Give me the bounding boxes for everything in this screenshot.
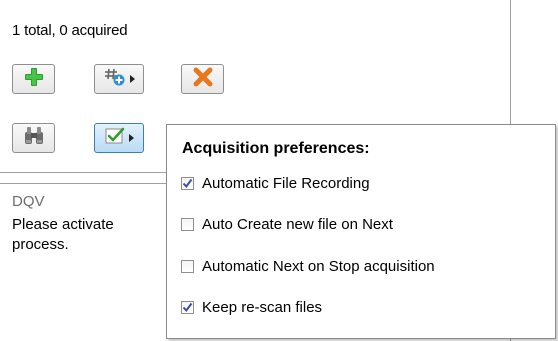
dropdown-arrow-icon [129,75,135,83]
checkmark-icon [182,178,193,189]
checklist-icon [105,127,125,149]
dqv-title: DQV [12,193,45,210]
option-label: Keep re-scan files [202,299,323,316]
dqv-message: Please activate process. [12,215,162,255]
search-button[interactable] [12,123,55,153]
menu-title: Acquisition preferences: [182,140,370,157]
dqv-message-line: Please activate [12,216,114,233]
dropdown-arrow-icon [128,134,134,142]
checkbox[interactable] [181,177,194,190]
checkbox[interactable] [181,218,194,231]
binoculars-icon [23,126,45,150]
acquisition-status: 1 total, 0 acquired [12,22,128,39]
option-auto-create-new-file[interactable]: Auto Create new file on Next [181,216,393,233]
add-icon [24,67,44,91]
option-automatic-next-on-stop[interactable]: Automatic Next on Stop acquisition [181,258,435,275]
add-button[interactable] [12,64,55,94]
delete-button[interactable] [181,64,224,94]
acquisition-preferences-menu: Acquisition preferences: Automatic File … [166,124,556,339]
checkmark-icon [182,302,193,313]
option-automatic-file-recording[interactable]: Automatic File Recording [181,175,370,192]
acquisition-preferences-button[interactable] [94,123,144,153]
hash-add-icon [104,67,126,91]
checkbox[interactable] [181,301,194,314]
option-label: Auto Create new file on Next [202,216,393,233]
checkbox[interactable] [181,260,194,273]
option-label: Automatic Next on Stop acquisition [202,258,435,275]
dqv-message-line: process. [12,236,69,253]
add-scan-number-button[interactable] [94,64,144,94]
option-keep-rescan-files[interactable]: Keep re-scan files [181,299,322,316]
delete-icon [193,67,213,91]
option-label: Automatic File Recording [202,175,370,192]
